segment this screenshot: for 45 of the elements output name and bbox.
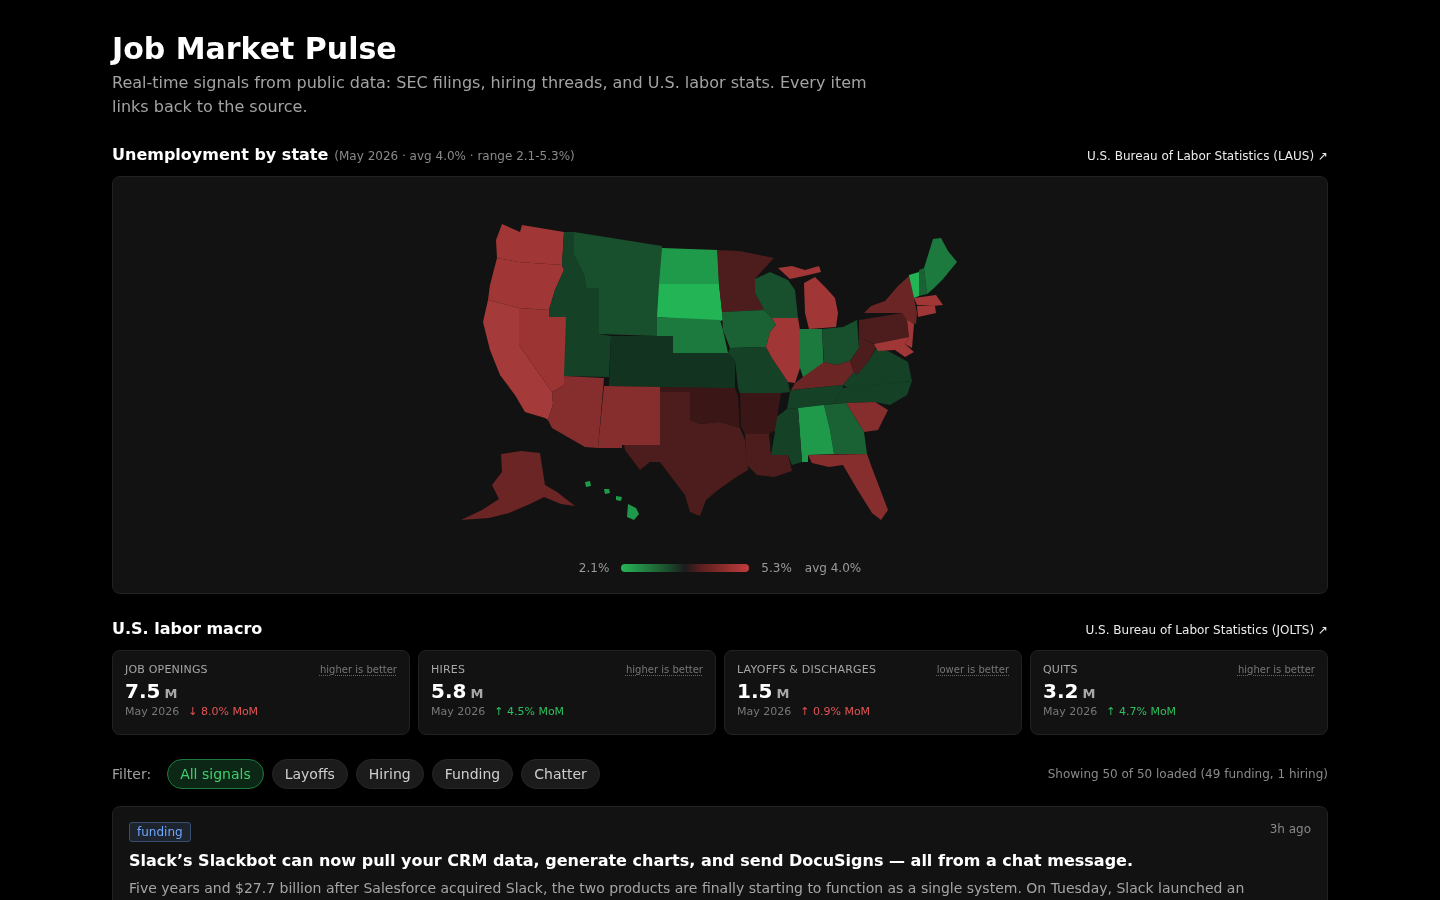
timestamp: 3h ago (1269, 822, 1311, 836)
metric-value: 5.8 (431, 679, 467, 703)
metric-unit: M (470, 686, 484, 701)
metric-unit: M (164, 686, 178, 701)
filter-chip[interactable]: All signals (167, 759, 264, 789)
metric-value: 7.5 (125, 679, 161, 703)
page-subtitle: Real-time signals from public data: SEC filings, hiring threads, and U.S. labor stats. Every item links back to the source. (112, 72, 868, 118)
metric-hint: higher is better (319, 663, 397, 675)
source-link[interactable]: U.S. Bureau of Labor Statistics (LAUS) ↗ (1086, 146, 1328, 166)
metric-change: ↓ 8.0% MoM (188, 705, 259, 719)
metric-change: ↑ 0.9% MoM (800, 705, 871, 719)
metric-change: ↑ 4.5% MoM (494, 705, 565, 719)
results-summary: Showing 50 of 50 loaded (49 funding, 1 hiring) (1047, 767, 1328, 781)
page-title: Job Market Pulse (112, 31, 398, 67)
section-title: Unemployment by state (112, 145, 329, 165)
metric-change: ↑ 4.7% MoM (1106, 705, 1177, 719)
filter-chip[interactable]: Hiring (355, 759, 424, 789)
metric-label: HIRES (431, 662, 466, 676)
metric-period: May 2026 (125, 705, 180, 719)
legend-min-label: 2.1% (578, 561, 610, 575)
legend-average-label: avg 4.0% (804, 561, 862, 575)
metric-period: May 2026 (431, 705, 486, 719)
source-link[interactable]: U.S. Bureau of Labor Statistics (JOLTS) ↗ (1085, 620, 1328, 640)
category-tag[interactable]: funding (129, 822, 191, 842)
metric-label: QUITS (1043, 662, 1078, 676)
metric-value: 1.5 (737, 679, 773, 703)
metric-label: JOB OPENINGS (125, 662, 208, 676)
metric-label: LAYOFFS & DISCHARGES (737, 662, 877, 676)
metric-unit: M (776, 686, 790, 701)
feed-headline[interactable]: Slack’s Slackbot can now pull your CRM data, generate charts, and send DocuSigns — all from a chat message. (129, 850, 1311, 872)
metric-unit: M (1082, 686, 1096, 701)
section-meta: (May 2026 · avg 4.0% · range 2.1-5.3%) (334, 148, 575, 165)
feed-summary: Five years and $27.7 billion after Salesforce acquired Slack, the two products are finally starting to function as a single system. On Tuesday, Slack launched an (129, 879, 1246, 898)
metric-hint: lower is better (936, 663, 1009, 675)
metric-period: May 2026 (1043, 705, 1098, 719)
filter-label: Filter: (112, 766, 152, 782)
section-title: U.S. labor macro (112, 619, 263, 639)
metric-value: 3.2 (1043, 679, 1079, 703)
metric-hint: higher is better (1237, 663, 1315, 675)
metric-period: May 2026 (737, 705, 792, 719)
metric-hint: higher is better (625, 663, 703, 675)
filter-chip[interactable]: Funding (431, 759, 514, 789)
filter-chip[interactable]: Chatter (521, 759, 600, 789)
legend-max-label: 5.3% (761, 561, 792, 575)
filter-chip[interactable]: Layoffs (271, 759, 348, 789)
